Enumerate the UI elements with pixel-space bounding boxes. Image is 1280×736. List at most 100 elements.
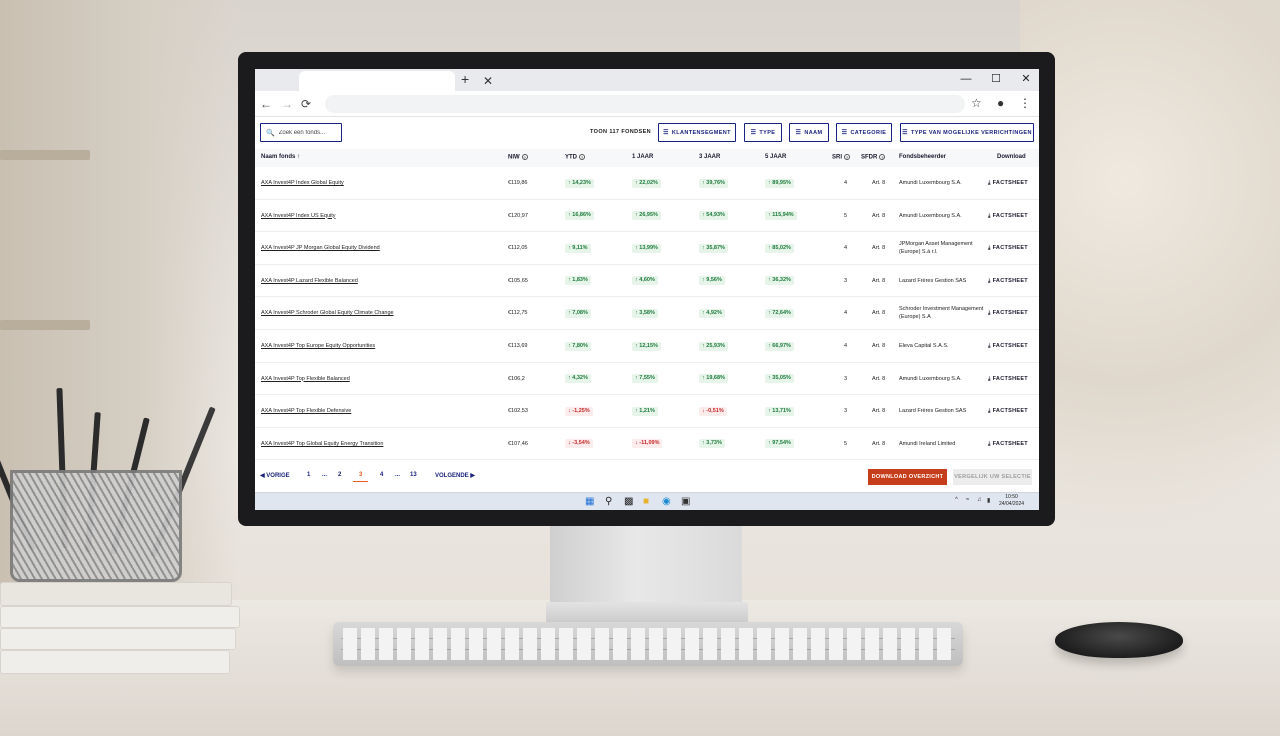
ytd-value: ↑ 1,83% [565,276,591,286]
column-header-name[interactable]: Naam fonds ↑ [261,154,300,160]
fund-name-link[interactable]: AXA Invest4P Top Global Equity Energy Tr… [261,441,383,447]
profile-icon[interactable]: ● [997,96,1004,110]
return-value: 85,02% [772,244,791,251]
tab-close-icon[interactable]: ✕ [483,75,493,87]
factsheet-download[interactable]: ⤓ FACTSHEET [988,408,1028,415]
niw-value: €112,75 [508,310,528,317]
table-row: AXA Invest4P JP Morgan Global Equity Div… [255,232,1039,265]
factsheet-download[interactable]: ⤓ FACTSHEET [988,343,1028,350]
maximize-icon[interactable]: ☐ [989,72,1003,86]
five-year-value: ↑ 115,94% [765,211,797,221]
sfdr-value: Art. 8 [872,245,886,252]
browser-taskbar-icon[interactable]: ◉ [662,496,671,507]
filter-button-klantensegment[interactable]: ☰ KLANTENSEGMENT [658,123,736,142]
factsheet-download[interactable]: ⤓ FACTSHEET [988,278,1028,285]
bookmark-star-icon[interactable]: ☆ [971,96,982,110]
task-view-icon[interactable]: ▩ [624,496,633,507]
factsheet-download[interactable]: ⤓ FACTSHEET [988,245,1028,252]
fund-count: TOON 117 FONDSEN [590,129,652,135]
sri-value: 4 [844,343,848,349]
one-year-value: ↑ 7,55% [632,374,658,384]
filter-button-naam[interactable]: ☰ NAAM [789,123,829,142]
factsheet-label: FACTSHEET [992,245,1028,252]
filter-button-type-verrichtingen[interactable]: ☰ TYPE VAN MOGELIJKE VERRICHTINGEN [900,123,1034,142]
fund-name-link[interactable]: AXA Invest4P Top Flexible Defensive [261,408,351,414]
five-year-value: ↑ 72,64% [765,308,794,318]
factsheet-download[interactable]: ⤓ FACTSHEET [988,310,1028,317]
search-input[interactable] [278,129,339,136]
sfdr-value: Art. 8 [872,440,886,447]
pager-next[interactable]: VOLGENDE ▶ [435,472,475,479]
minimize-icon[interactable]: — [959,72,973,86]
reload-icon[interactable]: ⟳ [301,97,311,111]
fund-manager: JPMorgan Asset Management (Europe) S.à r… [899,241,973,256]
sort-ascending-icon[interactable]: ↑ [297,154,300,160]
fund-name-link[interactable]: AXA Invest4P JP Morgan Global Equity Div… [261,245,380,251]
pager-page[interactable]: 13 [410,472,417,478]
file-explorer-icon[interactable]: ■ [643,496,649,507]
filter-icon: ☰ [841,130,848,136]
sfdr-value: Art. 8 [872,310,886,317]
clock[interactable]: 10:50 24/04/2024 [999,494,1024,508]
back-icon[interactable]: ← [260,97,272,111]
return-value: 3,58% [639,309,655,316]
keyboard [333,622,963,666]
ytd-value: ↑ 14,23% [565,178,594,188]
filter-button-categorie[interactable]: ☰ CATEGORIE [836,123,892,142]
ytd-value: ↑ 7,08% [565,308,591,318]
pager-page-current[interactable]: 3 [353,472,369,482]
window-close-icon[interactable]: ✕ [1019,72,1033,86]
three-year-value: ↑ 25,93% [699,341,728,351]
filter-button-type[interactable]: ☰ TYPE [744,123,782,142]
store-icon[interactable]: ▣ [681,496,690,507]
browser-tab[interactable]: ✕ [299,71,493,91]
fund-manager: Amundi Luxembourg S.A. [899,375,962,382]
factsheet-download[interactable]: ⤓ FACTSHEET [988,180,1028,187]
fund-name-link[interactable]: AXA Invest4P Index Global Equity [261,180,344,186]
browser-nav-bar: ← → ⟳ ☆ ● ⋮ [255,91,1039,117]
fund-name-link[interactable]: AXA Invest4P Top Flexible Balanced [261,376,350,382]
return-value: 7,08% [572,309,588,316]
three-year-value: ↑ 19,68% [699,374,728,384]
factsheet-label: FACTSHEET [992,310,1028,317]
sri-value: 4 [844,180,848,186]
factsheet-download[interactable]: ⤓ FACTSHEET [988,441,1028,448]
battery-icon[interactable]: ▮ [987,497,990,504]
return-value: 19,68% [706,375,725,382]
clock-date: 24/04/2024 [999,501,1025,507]
fund-name-link[interactable]: AXA Invest4P Top Europe Equity Opportuni… [261,343,375,349]
forward-icon[interactable]: → [281,97,293,111]
search-box[interactable]: 🔍 [260,123,342,142]
table-row: AXA Invest4P Lazard Flexible Balanced €10… [255,265,1039,298]
factsheet-download[interactable]: ⤓ FACTSHEET [988,213,1028,220]
factsheet-download[interactable]: ⤓ FACTSHEET [988,376,1028,383]
pager-page[interactable]: 2 [338,472,341,478]
tray-chevron-icon[interactable]: ^ [955,497,958,503]
info-icon[interactable]: ? [879,154,886,160]
niw-value: €105,65 [508,277,528,284]
return-value: 72,64% [772,309,791,316]
download-overview-button[interactable]: DOWNLOAD OVERZICHT [868,469,947,485]
volume-icon[interactable]: ♫ [977,497,982,503]
start-icon[interactable]: ▦ [585,496,594,507]
browser-menu-icon[interactable]: ⋮ [1019,96,1031,110]
wifi-icon[interactable]: ≈ [966,497,969,503]
new-tab-icon[interactable]: + [461,71,469,87]
sfdr-value: Art. 8 [872,180,886,186]
fund-name-link[interactable]: AXA Invest4P Lazard Flexible Balanced [261,278,358,284]
address-bar[interactable] [325,95,965,113]
search-icon[interactable]: ⚲ [605,496,612,507]
info-icon[interactable]: ? [521,154,528,160]
return-value: 36,32% [772,277,791,284]
return-value: 39,76% [706,179,725,186]
return-value: 7,55% [639,375,655,382]
pager-page[interactable]: 4 [380,472,383,478]
search-icon: 🔍 [266,129,275,137]
info-icon[interactable]: ? [844,154,851,160]
pager-page[interactable]: 1 [307,472,310,478]
pager-prev[interactable]: ◀ VORIGE [260,472,290,479]
fund-name-link[interactable]: AXA Invest4P Schroder Global Equity Clim… [261,310,394,316]
fund-name-link[interactable]: AXA Invest4P Index US Equity [261,213,336,219]
compare-selection-button[interactable]: VERGELIJK UW SELECTIE [953,469,1032,485]
info-icon[interactable]: ? [579,154,585,160]
